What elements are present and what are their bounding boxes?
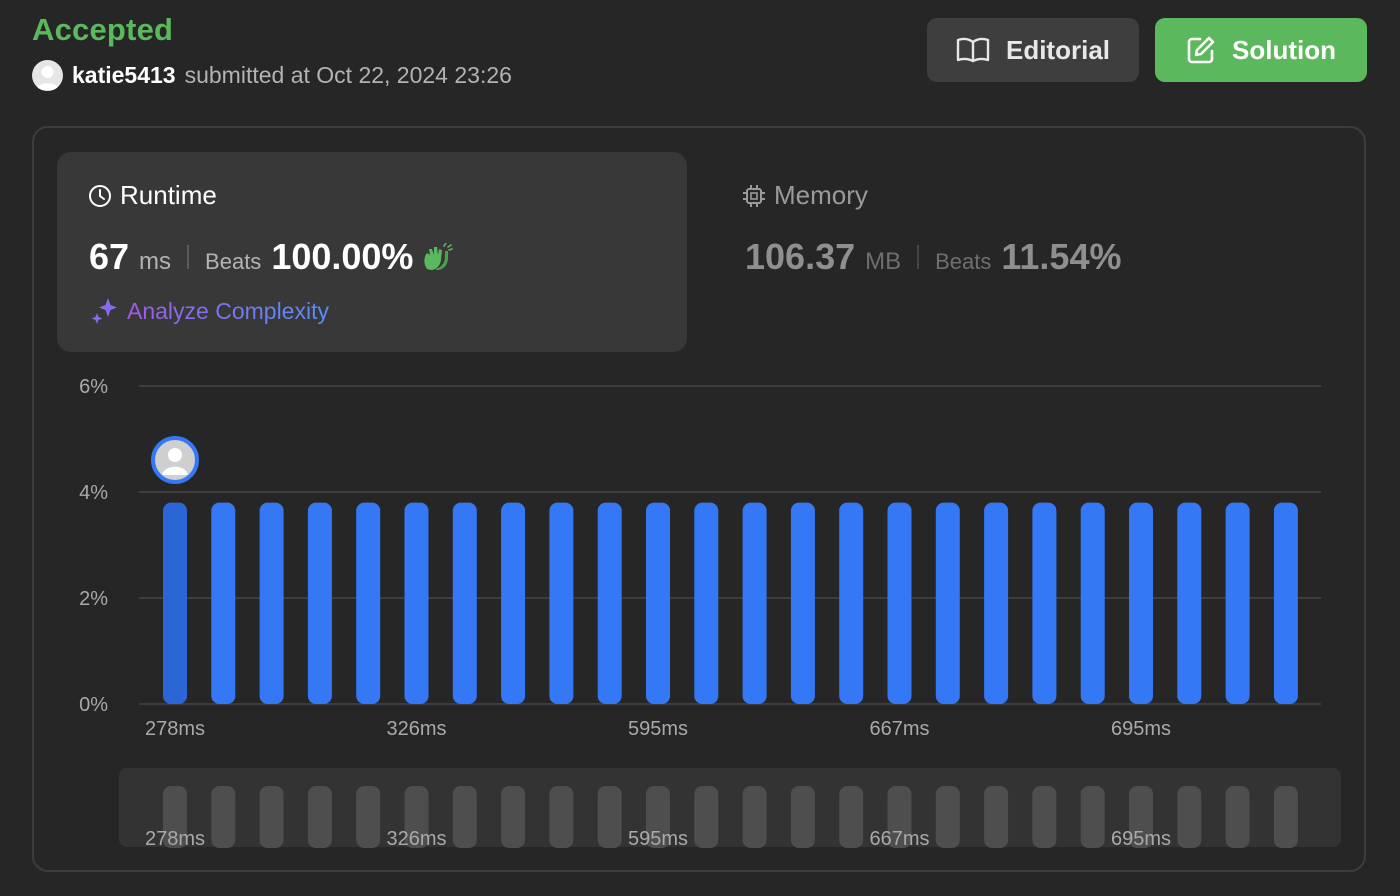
- chart-bar[interactable]: [1032, 502, 1057, 704]
- chart-bar[interactable]: [163, 502, 187, 704]
- x-tick-label: 667ms: [869, 718, 929, 740]
- mini-x-tick-label: 667ms: [869, 828, 929, 850]
- chart-bar[interactable]: [259, 502, 284, 704]
- chart-bar[interactable]: [694, 502, 719, 704]
- runtime-distribution-chart: 0% 2% 4% 6% 278ms 326ms 595ms 667ms 695ms 278ms 32…: [79, 376, 1341, 850]
- mini-chart-bar: [211, 786, 236, 848]
- mini-chart-bar: [259, 786, 284, 848]
- chart-bar[interactable]: [984, 502, 1009, 704]
- chart-bar[interactable]: [1080, 502, 1105, 704]
- x-tick-label: 595ms: [628, 718, 688, 740]
- chart-bar[interactable]: [501, 502, 526, 704]
- chart-bar[interactable]: [790, 502, 815, 704]
- chart-bar[interactable]: [549, 502, 574, 704]
- mini-chart-bar: [307, 786, 332, 848]
- mini-chart-bar: [452, 786, 477, 848]
- mini-chart-bar: [984, 786, 1009, 848]
- chart-bar[interactable]: [356, 502, 381, 704]
- chart-bar[interactable]: [646, 502, 670, 704]
- chart-bar[interactable]: [597, 502, 622, 704]
- mini-chart-bar: [1225, 786, 1250, 848]
- y-tick-label: 0%: [79, 694, 108, 716]
- mini-chart-bar: [1273, 786, 1298, 848]
- mini-chart-bar: [1032, 786, 1057, 848]
- chart-bar[interactable]: [452, 502, 477, 704]
- y-tick-label: 6%: [79, 376, 108, 398]
- y-tick-label: 2%: [79, 588, 108, 610]
- chart-bar[interactable]: [839, 502, 864, 704]
- mini-chart-bar: [839, 786, 864, 848]
- y-tick-label: 4%: [79, 482, 108, 504]
- chart-bar[interactable]: [887, 502, 912, 704]
- mini-chart-bar: [694, 786, 719, 848]
- mini-chart-bar: [501, 786, 526, 848]
- mini-x-tick-label: 695ms: [1111, 828, 1171, 850]
- chart-bar[interactable]: [1225, 502, 1250, 704]
- chart-bar[interactable]: [404, 502, 429, 704]
- mini-chart-bar: [597, 786, 622, 848]
- mini-x-tick-label: 326ms: [386, 828, 446, 850]
- chart-bar[interactable]: [935, 502, 960, 704]
- chart-bar[interactable]: [1129, 502, 1153, 704]
- marker-avatar-head: [168, 448, 182, 462]
- x-tick-label: 278ms: [145, 718, 205, 740]
- chart-bar[interactable]: [211, 502, 236, 704]
- chart-bar[interactable]: [307, 502, 332, 704]
- mini-x-tick-label: 278ms: [145, 828, 205, 850]
- mini-chart-bar: [935, 786, 960, 848]
- mini-chart-bar: [356, 786, 381, 848]
- x-tick-label: 695ms: [1111, 718, 1171, 740]
- mini-chart-bar: [790, 786, 815, 848]
- x-tick-label: 326ms: [386, 718, 446, 740]
- chart-bar[interactable]: [742, 502, 767, 704]
- mini-chart-bar: [549, 786, 574, 848]
- submission-result-page: Accepted katie5413 submitted at Oct 22, …: [0, 0, 1400, 896]
- mini-chart-bar: [1177, 786, 1202, 848]
- mini-x-tick-label: 595ms: [628, 828, 688, 850]
- mini-chart-bar: [742, 786, 767, 848]
- chart-bar[interactable]: [1273, 502, 1298, 704]
- chart-bar[interactable]: [1177, 502, 1202, 704]
- mini-chart-bar: [1080, 786, 1105, 848]
